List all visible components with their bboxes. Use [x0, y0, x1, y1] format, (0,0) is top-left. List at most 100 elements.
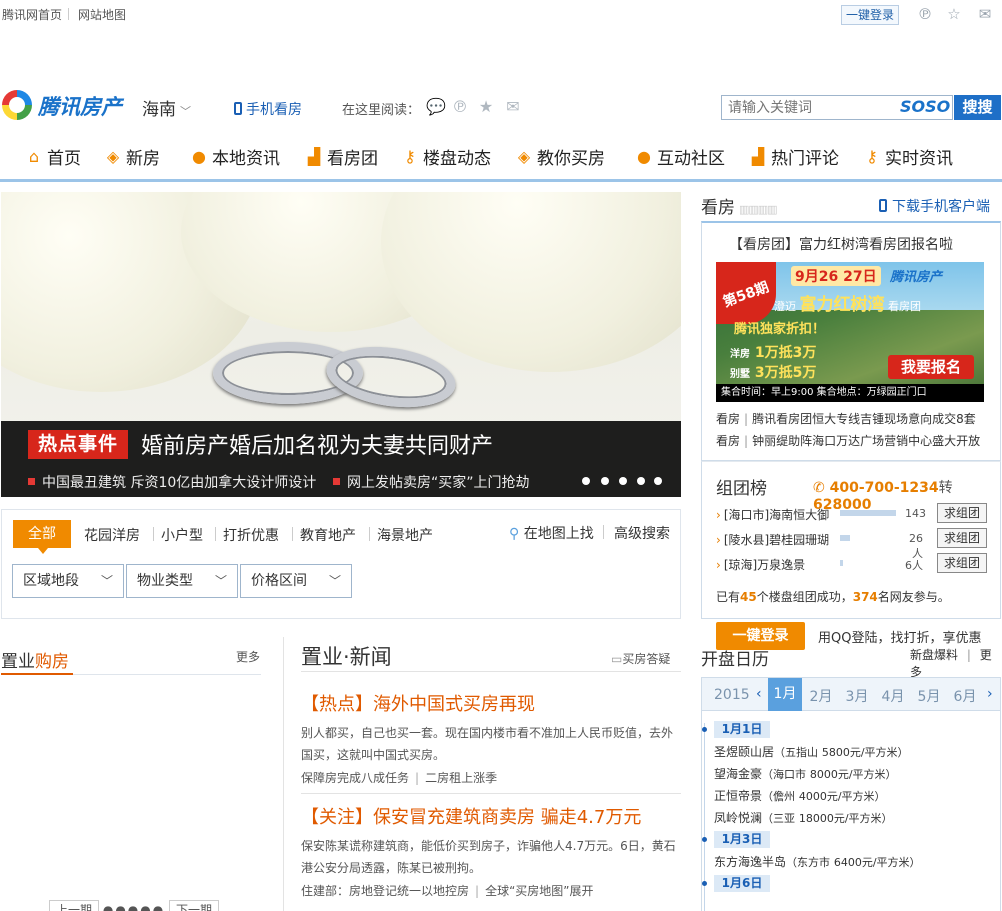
filter-tab-discount[interactable]: 打折优惠: [223, 525, 279, 545]
qq-logo-icon: [2, 90, 32, 120]
hero-slideshow[interactable]: 热点事件 婚前房产婚后加名视为夫妻共同财产 中国最丑建筑 斥资10亿由加拿大设计…: [1, 192, 681, 497]
news-related-link[interactable]: 住建部：房地登记统一以地控房: [301, 884, 469, 898]
calendar-project[interactable]: 望海金豪（海口市 8000元/平方米）: [714, 765, 897, 782]
month-tab[interactable]: 4月: [876, 686, 910, 706]
mail-icon[interactable]: ✉: [504, 98, 522, 116]
request-group-button[interactable]: 求组团: [937, 528, 987, 548]
chevron-down-icon: ﹀: [214, 574, 227, 588]
news-related-links: 保障房完成八成任务 | 二房租上涨季: [301, 771, 498, 785]
mobile-view-label: 手机看房: [246, 102, 302, 118]
next-issue-button[interactable]: 下一期: [169, 900, 220, 911]
news-related-link[interactable]: 保障房完成八成任务: [301, 771, 409, 785]
nav-item-home[interactable]: ⌂ 首页: [25, 144, 81, 169]
nav-item-realtime-news[interactable]: ⚷ 实时资讯: [863, 144, 953, 169]
bar-chart-icon: ▟: [751, 146, 765, 166]
group-ranking-row: [海口市]海南恒大御 143 求组团: [716, 503, 996, 523]
hero-headline[interactable]: 婚前房产婚后加名视为夫妻共同财产: [141, 428, 493, 460]
month-tab[interactable]: 1月: [768, 678, 802, 711]
request-group-button[interactable]: 求组团: [937, 503, 987, 523]
nav-item-buying-guide[interactable]: ◈ 教你买房: [515, 144, 605, 169]
hero-sub-link-2[interactable]: 网上发帖卖房“买家”上门抢劫: [333, 472, 530, 492]
filter-tab-education[interactable]: 教育地产: [300, 525, 356, 545]
star-icon[interactable]: ☆: [946, 6, 962, 22]
pattern-decoration: ▥▥▥▥: [739, 203, 778, 216]
participant-count: 6人: [905, 559, 923, 572]
filter-tab-small-unit[interactable]: 小户型: [161, 525, 203, 545]
banner-offer-1: 洋房 1万抵3万: [730, 345, 817, 361]
nav-item-tour-group[interactable]: ▟ 看房团: [305, 144, 378, 169]
nav-item-project-updates[interactable]: ⚷ 楼盘动态: [401, 144, 491, 169]
home-icon: ⌂: [28, 146, 40, 166]
request-group-button[interactable]: 求组团: [937, 553, 987, 573]
tencent-home-link[interactable]: 腾讯网首页: [2, 6, 62, 23]
buying-qa-link[interactable]: ▭买房答疑: [611, 650, 670, 667]
month-tab[interactable]: 5月: [912, 686, 946, 706]
slide-dot[interactable]: [601, 477, 609, 485]
project-link[interactable]: [海口市]海南恒大御: [716, 506, 829, 523]
calendar-month-bar: 2015 ‹ 1月 2月 3月 4月 5月 6月 ›: [702, 678, 1000, 711]
city-selector[interactable]: 海南 ﹀: [142, 95, 191, 120]
kanfang-link[interactable]: 看房 | 钟丽缇助阵海口万达广场营销中心盛大开放: [716, 432, 980, 449]
map-search-link[interactable]: ⚲ 在地图上找: [509, 523, 594, 543]
more-link[interactable]: 更多: [236, 648, 260, 665]
slide-dot[interactable]: [582, 477, 590, 485]
nav-item-hot-comments[interactable]: ▟ 热门评论: [749, 144, 839, 169]
search-button[interactable]: 搜搜: [954, 95, 1001, 120]
news-headline[interactable]: 【热点】海外中国式买房再现: [301, 690, 535, 716]
news-headline[interactable]: 【关注】保安冒充建筑商卖房 骗走4.7万元: [301, 803, 641, 829]
nav-item-local-news[interactable]: ● 本地资讯: [190, 144, 280, 169]
download-app-link[interactable]: 下载手机客户端: [879, 196, 990, 216]
advanced-search-link[interactable]: 高级搜索: [614, 523, 670, 543]
chevron-right-icon[interactable]: ›: [987, 686, 993, 702]
select-price-range[interactable]: 价格区间 ﹀: [240, 564, 352, 598]
key-icon: ⚷: [404, 146, 416, 166]
calendar-project[interactable]: 东方海逸半岛（东方市 6400元/平方米）: [714, 853, 921, 870]
select-district[interactable]: 区域地段 ﹀: [12, 564, 124, 598]
new-project-tip-link[interactable]: 新盘爆料: [910, 648, 958, 662]
chat-icon: ●: [637, 146, 651, 166]
project-link[interactable]: [琼海]万泉逸景: [716, 556, 805, 573]
chevron-left-icon[interactable]: ‹: [756, 686, 762, 702]
slide-dot[interactable]: [654, 477, 662, 485]
month-tab[interactable]: 2月: [804, 686, 838, 706]
key-icon: ⚷: [866, 146, 878, 166]
logo-text: 腾讯房产: [38, 95, 122, 119]
slide-dot[interactable]: [637, 477, 645, 485]
chevron-down-icon: ﹀: [180, 105, 191, 118]
nav-item-community[interactable]: ● 互动社区: [635, 144, 725, 169]
calendar-project[interactable]: 正恒帝景（儋州 4000元/平方米）: [714, 787, 886, 804]
month-tab[interactable]: 3月: [840, 686, 874, 706]
kanfang-link[interactable]: 看房 | 腾讯看房团恒大专线吉锺现场意向成交8套: [716, 410, 976, 427]
site-logo[interactable]: 腾讯房产: [2, 88, 128, 122]
filter-tab-seaview[interactable]: 海景地产: [377, 525, 433, 545]
select-property-type[interactable]: 物业类型 ﹀: [126, 564, 238, 598]
mobile-view-link[interactable]: 手机看房: [234, 99, 302, 119]
hero-sub-link-1[interactable]: 中国最丑建筑 斥资10亿由加拿大设计师设计: [28, 472, 316, 492]
banner-project: 澄迈 富力红树湾 看房团: [774, 295, 921, 315]
project-link[interactable]: [陵水县]碧桂园珊瑚: [716, 531, 829, 548]
filter-tab-all[interactable]: 全部: [13, 520, 71, 554]
pinterest-icon[interactable]: ℗: [451, 98, 469, 116]
banner-signup-button[interactable]: 我要报名: [888, 355, 974, 379]
calendar-project[interactable]: 凤岭悦澜（三亚 18000元/平方米）: [714, 809, 893, 826]
kanfang-headline[interactable]: 【看房团】富力红树湾看房团报名啦: [729, 234, 953, 254]
kanfang-banner[interactable]: 第58期 9月26 27日 腾讯房产 澄迈 富力红树湾 看房团 腾讯独家折扣！ …: [716, 262, 984, 402]
mail-icon[interactable]: ✉: [977, 6, 993, 22]
news-related-link[interactable]: 二房租上涨季: [425, 771, 497, 785]
filter-tab-garden-house[interactable]: 花园洋房: [84, 525, 140, 545]
sitemap-link[interactable]: 网站地图: [78, 6, 126, 23]
prev-issue-button[interactable]: 上一期: [49, 900, 100, 911]
month-tab[interactable]: 6月: [948, 686, 982, 706]
news-related-link[interactable]: 全球“买房地图”展开: [485, 884, 593, 898]
city-label: 海南: [142, 100, 176, 120]
chat-bubble-icon[interactable]: 💬: [426, 98, 446, 116]
nav-item-new-homes[interactable]: ◈ 新房: [104, 144, 160, 169]
qa-icon: ▭: [611, 652, 623, 666]
pinterest-icon[interactable]: ℗: [917, 6, 933, 22]
quick-login-button[interactable]: 一键登录: [841, 5, 899, 25]
calendar-project[interactable]: 圣煜颐山居（五指山 5800元/平方米）: [714, 743, 909, 760]
star-icon[interactable]: ★: [477, 98, 495, 116]
slide-dot[interactable]: [619, 477, 627, 485]
search-input[interactable]: [722, 96, 894, 119]
participant-count: 143: [905, 507, 926, 520]
